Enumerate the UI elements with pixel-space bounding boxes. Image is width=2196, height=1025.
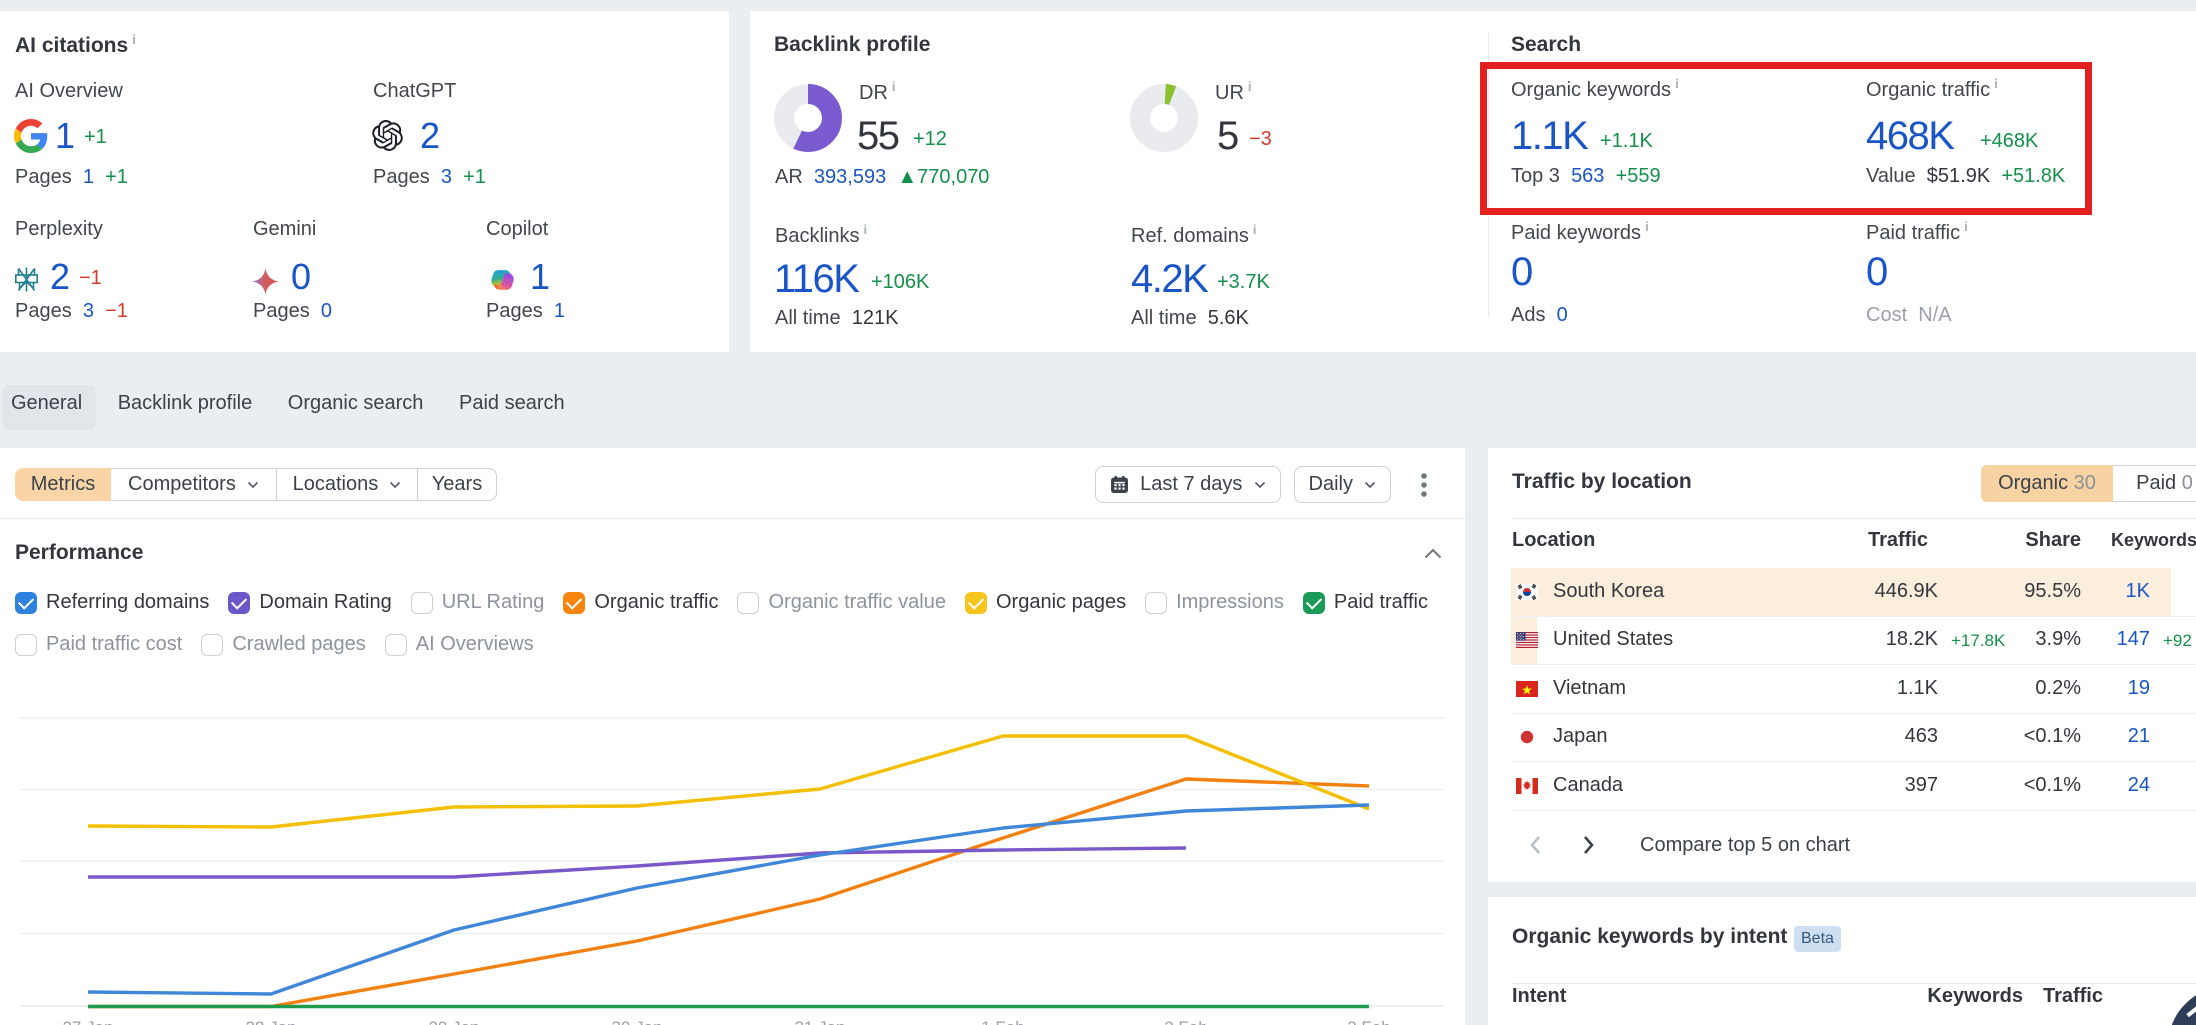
svg-text:29 Jan: 29 Jan: [428, 1018, 479, 1025]
svg-text:28 Jan: 28 Jan: [245, 1018, 296, 1025]
svg-text:3 Feb: 3 Feb: [1347, 1018, 1390, 1025]
svg-text:27 Jan: 27 Jan: [62, 1018, 113, 1025]
svg-text:1 Feb: 1 Feb: [981, 1018, 1024, 1025]
svg-text:30 Jan: 30 Jan: [611, 1018, 662, 1025]
svg-text:31 Jan: 31 Jan: [794, 1018, 845, 1025]
svg-text:2 Feb: 2 Feb: [1164, 1018, 1207, 1025]
